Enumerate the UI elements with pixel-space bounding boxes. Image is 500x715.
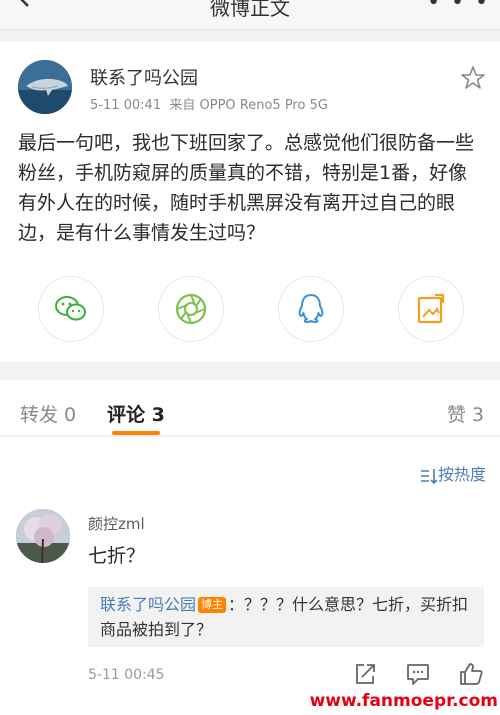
- share-moments-button[interactable]: [158, 276, 224, 342]
- weibo-post-page: 微博正文 • • • 联系了吗公园 5-11 00:41 来自 OPPO Ren…: [0, 0, 500, 715]
- qq-icon: [298, 294, 324, 323]
- reply-username[interactable]: 联系了吗公园: [100, 595, 196, 614]
- sort-icon: [420, 468, 438, 484]
- screenshot-share-icon: [417, 293, 445, 324]
- author-badge: 博主: [198, 597, 227, 613]
- comment-icon[interactable]: [405, 661, 431, 687]
- avatar[interactable]: [18, 60, 72, 114]
- top-nav-bar: 微博正文 • • •: [0, 0, 500, 30]
- post-meta: 5-11 00:41 来自 OPPO Reno5 Pro 5G: [90, 94, 328, 113]
- like-icon[interactable]: [458, 661, 484, 687]
- repost-icon[interactable]: [352, 661, 378, 687]
- watermark: www.fanmoepr.com: [309, 691, 498, 711]
- comment-time: 5-11 00:45: [88, 667, 165, 683]
- tab-comments[interactable]: 评论 3: [107, 400, 165, 427]
- share-row: [0, 276, 500, 346]
- comment-username[interactable]: 颜控zml: [88, 513, 145, 534]
- post-username[interactable]: 联系了吗公园: [90, 64, 198, 90]
- post-text: 最后一句吧，我也下班回家了。总感觉他们很防备一些粉丝，手机防窥屏的质量真的不错，…: [18, 132, 475, 244]
- reply-box[interactable]: 联系了吗公园 博主 ：？？？什么意思？七折，买折扣商品被拍到了？: [88, 587, 484, 647]
- star-icon[interactable]: [460, 65, 486, 91]
- post-card: 联系了吗公园 5-11 00:41 来自 OPPO Reno5 Pro 5G 最…: [0, 42, 500, 362]
- post-source: 来自 OPPO Reno5 Pro 5G: [169, 98, 328, 113]
- share-screenshot-button[interactable]: [398, 276, 464, 342]
- sort-toggle[interactable]: 按热度: [420, 461, 486, 485]
- wechat-icon: [55, 296, 86, 321]
- tab-likes[interactable]: 赞 3: [447, 400, 484, 427]
- tab-active-indicator: [112, 431, 160, 435]
- tab-repost[interactable]: 转发 0: [20, 400, 76, 427]
- moments-icon: [175, 293, 207, 325]
- share-wechat-button[interactable]: [38, 276, 104, 342]
- more-icon[interactable]: • • •: [427, 0, 490, 15]
- comment-text: 七折？: [88, 545, 146, 567]
- page-title: 微博正文: [210, 0, 290, 20]
- share-qq-button[interactable]: [278, 276, 344, 342]
- sort-label: 按热度: [437, 465, 486, 484]
- comment-avatar[interactable]: [16, 509, 70, 563]
- tab-bar: 转发 0 评论 3 赞 3: [0, 380, 500, 436]
- comment-list: 按热度 颜控zml 七折？ 联系了吗公园 博主 ：？？？什么意思？七折，买折扣商品被…: [0, 437, 500, 715]
- post-timestamp: 5-11 00:41: [90, 98, 162, 113]
